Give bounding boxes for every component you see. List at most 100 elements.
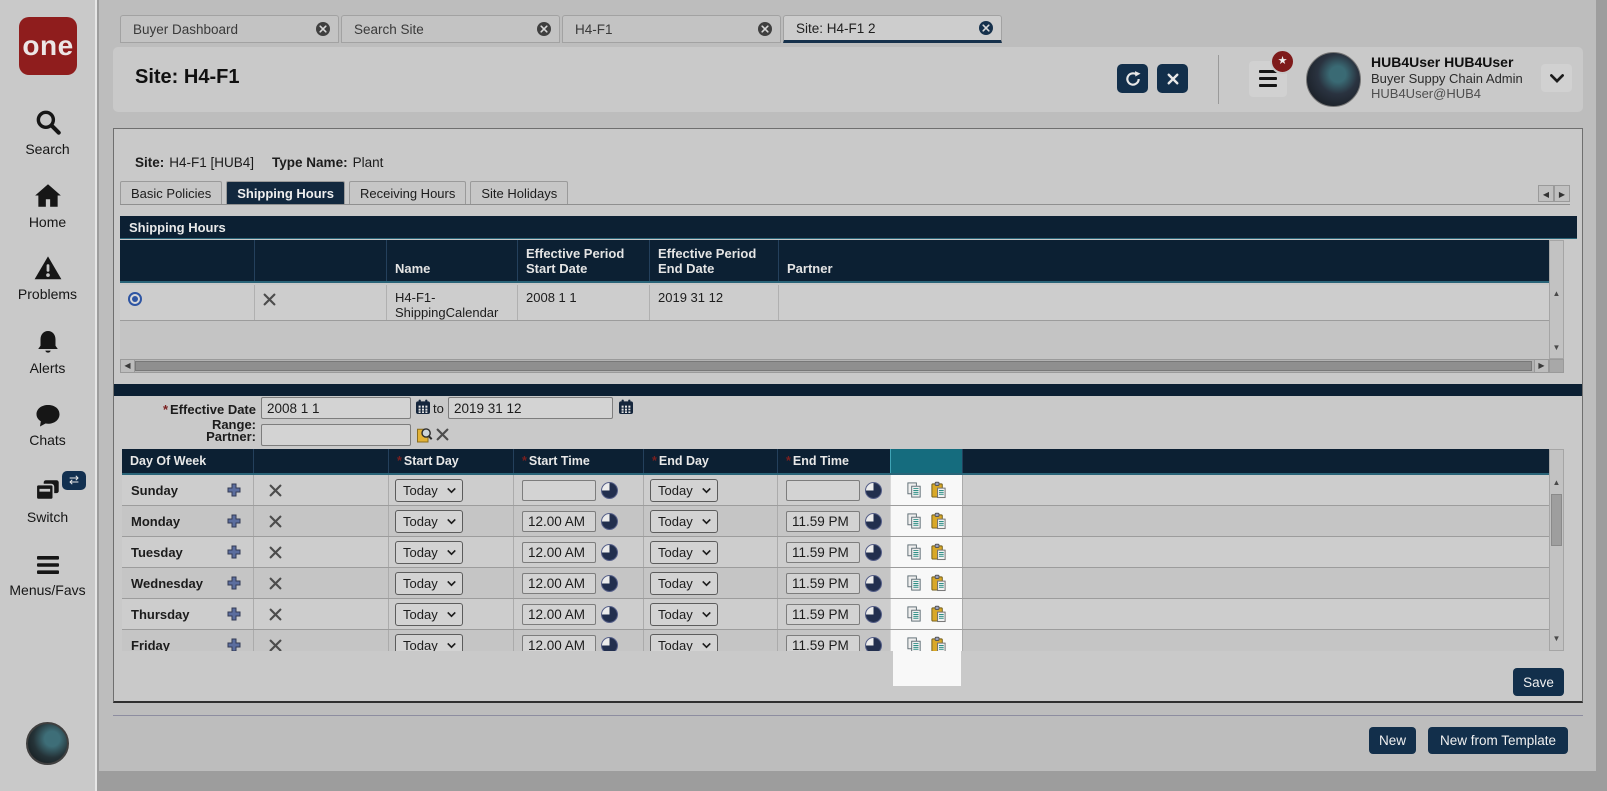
detail-tab-site-holidays[interactable]: Site Holidays bbox=[470, 181, 568, 204]
user-info[interactable]: HUB4User HUB4User Buyer Suppy Chain Admi… bbox=[1371, 55, 1523, 102]
copy-row-icon[interactable] bbox=[906, 543, 923, 561]
end-time-input[interactable] bbox=[786, 511, 860, 532]
clock-icon[interactable] bbox=[865, 637, 882, 652]
tab-close-icon[interactable] bbox=[758, 22, 772, 36]
clock-icon[interactable] bbox=[865, 575, 882, 592]
effective-end-input[interactable] bbox=[448, 397, 613, 419]
start-time-input[interactable] bbox=[522, 604, 596, 625]
clock-icon[interactable] bbox=[601, 513, 618, 530]
user-menu-chevron-button[interactable] bbox=[1541, 64, 1572, 92]
paste-row-icon[interactable] bbox=[930, 512, 947, 530]
paste-row-icon[interactable] bbox=[930, 481, 947, 499]
clock-icon[interactable] bbox=[601, 482, 618, 499]
copy-row-icon[interactable] bbox=[906, 574, 923, 592]
end-time-input[interactable] bbox=[786, 480, 860, 501]
clock-icon[interactable] bbox=[601, 606, 618, 623]
calendar-picker-icon[interactable] bbox=[415, 399, 431, 415]
one-logo[interactable]: one bbox=[19, 17, 77, 75]
workspace-tab-h4-f1[interactable]: H4-F1 bbox=[562, 15, 781, 43]
start-day-select[interactable]: Today bbox=[395, 634, 463, 652]
scroll-right-icon[interactable]: ▶ bbox=[1534, 360, 1548, 372]
delete-row-icon[interactable] bbox=[269, 484, 282, 497]
start-day-select[interactable]: Today bbox=[395, 479, 463, 502]
sidebar-item-menus-favs[interactable]: Menus/Favs bbox=[0, 551, 95, 598]
clock-icon[interactable] bbox=[865, 482, 882, 499]
refresh-button[interactable] bbox=[1117, 64, 1148, 93]
clock-icon[interactable] bbox=[601, 637, 618, 652]
partner-input[interactable] bbox=[261, 424, 411, 446]
sidebar-item-home[interactable]: Home bbox=[0, 181, 95, 230]
delete-row-icon[interactable] bbox=[269, 608, 282, 621]
add-row-icon[interactable] bbox=[227, 545, 241, 559]
copy-row-icon[interactable] bbox=[906, 636, 923, 651]
col-header-name[interactable]: Name bbox=[386, 240, 517, 281]
start-time-input[interactable] bbox=[522, 635, 596, 652]
effective-start-input[interactable] bbox=[261, 397, 411, 419]
paste-row-icon[interactable] bbox=[930, 605, 947, 623]
col-header-end-day[interactable]: *End Day bbox=[643, 449, 777, 473]
close-page-button[interactable] bbox=[1157, 64, 1188, 93]
delete-row-icon[interactable] bbox=[269, 546, 282, 559]
start-day-select[interactable]: Today bbox=[395, 572, 463, 595]
clock-icon[interactable] bbox=[865, 544, 882, 561]
end-time-input[interactable] bbox=[786, 573, 860, 594]
tab-scroll-right-button[interactable]: ▶ bbox=[1554, 185, 1570, 202]
start-time-input[interactable] bbox=[522, 511, 596, 532]
col-header-copy-paste-highlighted[interactable] bbox=[890, 449, 962, 473]
start-day-select[interactable]: Today bbox=[395, 603, 463, 626]
favorites-star-badge[interactable]: ★ bbox=[1270, 49, 1295, 74]
start-day-select[interactable]: Today bbox=[395, 510, 463, 533]
workspace-tab-buyer-dashboard[interactable]: Buyer Dashboard bbox=[120, 15, 339, 43]
col-header-effective-start[interactable]: Effective Period Start Date bbox=[517, 240, 649, 281]
clock-icon[interactable] bbox=[865, 606, 882, 623]
clock-icon[interactable] bbox=[865, 513, 882, 530]
save-button[interactable]: Save bbox=[1513, 668, 1564, 696]
sidebar-item-chats[interactable]: Chats bbox=[0, 401, 95, 448]
col-header-end-time[interactable]: *End Time bbox=[777, 449, 890, 473]
grid-horizontal-scrollbar[interactable]: ◀ ▶ bbox=[120, 359, 1549, 373]
end-day-select[interactable]: Today bbox=[650, 510, 718, 533]
delete-row-icon[interactable] bbox=[269, 577, 282, 590]
detail-tab-shipping-hours[interactable]: Shipping Hours bbox=[226, 181, 345, 204]
detail-tab-basic-policies[interactable]: Basic Policies bbox=[120, 181, 222, 204]
col-header-start-time[interactable]: *Start Time bbox=[513, 449, 643, 473]
end-day-select[interactable]: Today bbox=[650, 634, 718, 652]
copy-row-icon[interactable] bbox=[906, 512, 923, 530]
col-header-day-of-week[interactable]: Day Of Week bbox=[122, 449, 253, 473]
sidebar-item-problems[interactable]: Problems bbox=[0, 253, 95, 302]
workspace-tab-site-h4-f1-2[interactable]: Site: H4-F1 2 bbox=[783, 15, 1002, 43]
scroll-down-icon[interactable]: ▼ bbox=[1550, 634, 1563, 644]
scroll-left-icon[interactable]: ◀ bbox=[121, 360, 135, 372]
clock-icon[interactable] bbox=[601, 575, 618, 592]
delete-row-icon[interactable] bbox=[263, 293, 276, 306]
scroll-down-icon[interactable]: ▼ bbox=[1550, 343, 1563, 353]
end-day-select[interactable]: Today bbox=[650, 572, 718, 595]
col-header-partner[interactable]: Partner bbox=[778, 240, 1549, 281]
copy-row-icon[interactable] bbox=[906, 481, 923, 499]
end-day-select[interactable]: Today bbox=[650, 603, 718, 626]
add-row-icon[interactable] bbox=[227, 576, 241, 590]
paste-row-icon[interactable] bbox=[930, 574, 947, 592]
col-header-start-day[interactable]: *Start Day bbox=[388, 449, 513, 473]
add-row-icon[interactable] bbox=[227, 607, 241, 621]
calendar-picker-icon[interactable] bbox=[618, 399, 634, 415]
tab-close-icon[interactable] bbox=[979, 21, 993, 35]
start-day-select[interactable]: Today bbox=[395, 541, 463, 564]
new-button[interactable]: New bbox=[1369, 727, 1416, 754]
detail-tab-receiving-hours[interactable]: Receiving Hours bbox=[349, 181, 466, 204]
add-row-icon[interactable] bbox=[227, 638, 241, 651]
new-from-template-button[interactable]: New from Template bbox=[1428, 727, 1568, 754]
end-time-input[interactable] bbox=[786, 542, 860, 563]
partner-lookup-icon[interactable] bbox=[415, 426, 433, 443]
add-row-icon[interactable] bbox=[227, 483, 241, 497]
start-time-input[interactable] bbox=[522, 573, 596, 594]
delete-row-icon[interactable] bbox=[269, 515, 282, 528]
horizontal-scroll-thumb[interactable] bbox=[135, 361, 1532, 371]
start-time-input[interactable] bbox=[522, 542, 596, 563]
tab-close-icon[interactable] bbox=[537, 22, 551, 36]
scroll-up-icon[interactable]: ▲ bbox=[1550, 478, 1563, 488]
paste-row-icon[interactable] bbox=[930, 543, 947, 561]
copy-row-icon[interactable] bbox=[906, 605, 923, 623]
vertical-scroll-thumb[interactable] bbox=[1551, 494, 1562, 546]
day-table-vertical-scrollbar[interactable]: ▲ ▼ bbox=[1549, 449, 1564, 651]
